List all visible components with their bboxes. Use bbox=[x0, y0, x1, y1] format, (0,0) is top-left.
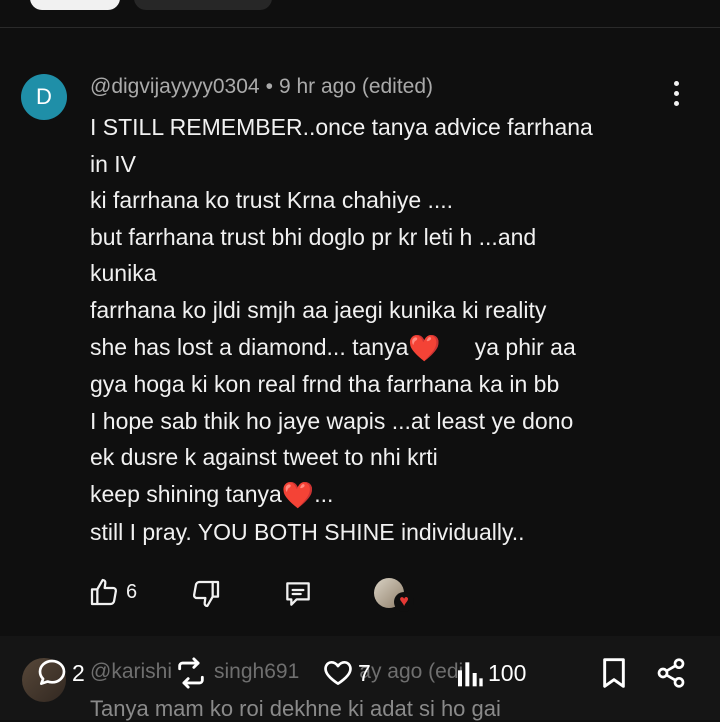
views-icon bbox=[458, 662, 483, 687]
repost-button[interactable] bbox=[174, 650, 208, 696]
heart-emoji: ❤️ bbox=[408, 332, 441, 363]
reply-button[interactable] bbox=[282, 578, 314, 610]
creator-heart-icon: ♥ bbox=[394, 592, 414, 612]
comment-line: gya hoga ki kon real frnd tha farrhana k… bbox=[90, 371, 560, 398]
repost-icon bbox=[178, 657, 204, 689]
comment-text: ... bbox=[314, 480, 334, 507]
replies-count: 2 bbox=[72, 659, 85, 686]
comment-body: I STILL REMEMBER..once tanya advice farr… bbox=[90, 109, 700, 550]
comment-header: @digvijayyyy0304 • 9 hr ago (edited) bbox=[90, 75, 433, 99]
comment-timestamp: 9 hr ago (edited) bbox=[278, 75, 434, 98]
like-count: 6 bbox=[126, 580, 138, 603]
comment-line: farrhana ko jldi smjh aa jaegi kunika ki… bbox=[90, 296, 547, 323]
comment-line: she has lost a diamond... tanya❤️ ya phir… bbox=[90, 329, 700, 367]
filter-chip[interactable] bbox=[134, 0, 272, 10]
comment-line: I STILL REMEMBER..once tanya advice farr… bbox=[90, 114, 593, 140]
reply-icon bbox=[38, 659, 66, 685]
comment-username[interactable]: @digvijayyyy0304 bbox=[90, 75, 260, 98]
divider bbox=[0, 27, 720, 28]
thumbs-down-icon bbox=[192, 580, 220, 608]
replies-button[interactable]: 2 bbox=[36, 650, 85, 696]
heart-icon bbox=[324, 661, 352, 685]
reply-icon bbox=[286, 582, 310, 606]
comment-line: ki farrhana ko trust Krna chahiye .... bbox=[90, 187, 454, 214]
avatar[interactable]: D bbox=[21, 74, 67, 120]
comment-text: keep shining tanya bbox=[90, 480, 282, 507]
views-button[interactable]: 100 bbox=[456, 650, 526, 696]
filter-chip-selected[interactable] bbox=[30, 0, 120, 10]
separator-dot: • bbox=[265, 75, 273, 98]
share-button[interactable] bbox=[655, 650, 687, 696]
comment-line: but farrhana trust bhi doglo pr kr leti … bbox=[90, 223, 537, 250]
likes-count: 7 bbox=[358, 659, 371, 686]
comment-line: I hope sab thik ho jaye wapis ...at leas… bbox=[90, 407, 574, 434]
dislike-button[interactable] bbox=[190, 578, 222, 610]
comment-text: ya phir aa bbox=[474, 333, 576, 360]
bookmark-icon bbox=[603, 658, 625, 688]
like-button[interactable]: 6 bbox=[88, 576, 137, 608]
comment-actions: 6 bbox=[0, 574, 720, 614]
heart-emoji: ❤️ bbox=[281, 479, 315, 510]
thumbs-up-icon bbox=[90, 578, 118, 606]
share-icon bbox=[657, 658, 685, 688]
comment-line: keep shining tanya❤️... bbox=[90, 476, 700, 514]
comment-text: she has lost a diamond... tanya bbox=[90, 333, 409, 360]
views-count: 100 bbox=[488, 659, 527, 686]
like-post-button[interactable]: 7 bbox=[322, 650, 371, 696]
bookmark-button[interactable] bbox=[600, 650, 628, 696]
comment-line: in IV bbox=[90, 150, 137, 177]
post-action-bar: 2 7 100 bbox=[0, 650, 720, 700]
comment-line: still I pray. YOU BOTH SHINE individuall… bbox=[90, 518, 525, 545]
comment-line: kunika bbox=[90, 260, 157, 287]
more-vertical-icon[interactable] bbox=[663, 81, 689, 111]
comment-line: ek dusre k against tweet to nhi krti bbox=[90, 444, 438, 471]
